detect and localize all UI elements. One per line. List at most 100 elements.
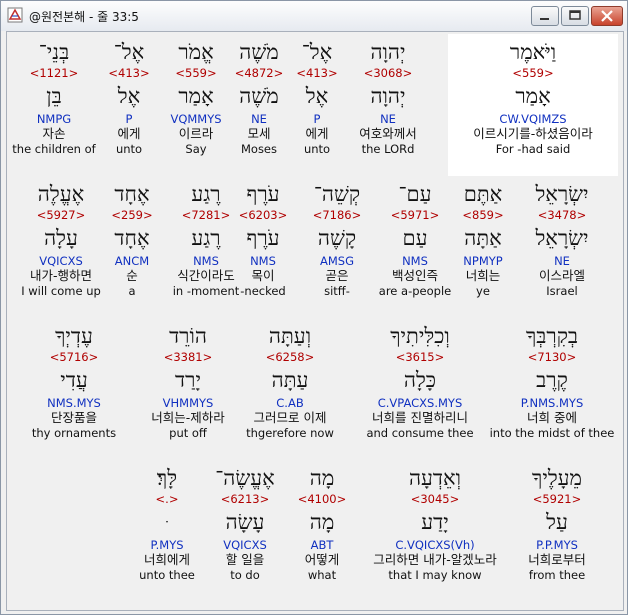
word-cell[interactable]: יְהוָה <3068> יְהוָה NE 여호와께서 the LORd: [350, 34, 426, 176]
app-icon: [7, 7, 23, 23]
korean-gloss: 자손: [42, 126, 66, 141]
close-button[interactable]: [591, 6, 623, 26]
word-cell[interactable]: קְשֵׁה־ <7186> קָשֶׁה AMSG 곧은 sitff-: [297, 176, 377, 318]
strong-number: <5716>: [49, 350, 99, 364]
hebrew-word: עַם־: [398, 182, 432, 206]
word-cell[interactable]: וְעַתָּה <6258> עַתָּה C.AB 그러므로 이제 thgerefor…: [234, 318, 346, 460]
korean-gloss: 곧은: [325, 268, 349, 283]
strong-number: <7281>: [181, 208, 231, 222]
korean-gloss: 그리하면 내가-알겠노라: [373, 552, 497, 567]
word-cell[interactable]: וַיֹּאמֶר <559> אָמַר CW.VQIMZS 이르시기를-하셨음이라 F…: [448, 34, 618, 176]
word-cell[interactable]: רֶגַע <7281> רֶגַע NMS 식간이라도 in -moment: [165, 176, 247, 318]
lemma-word: אַתָּה: [464, 226, 502, 250]
parsing-code: P: [313, 112, 321, 126]
english-gloss: unto thee: [139, 568, 195, 582]
english-gloss: that I may know: [388, 568, 482, 582]
word-cell[interactable]: אֶל־ <413> אֶל P 에게 unto: [287, 34, 347, 176]
lemma-word: קָשֶׁה: [317, 226, 357, 250]
strong-number: <1121>: [29, 66, 79, 80]
parsing-code: C.AB: [276, 396, 304, 410]
word-cell[interactable]: אֶל־ <413> אֶל P 에게 unto: [99, 34, 159, 176]
word-cell[interactable]: לָּךְ׃ <.>ּP.MYS너희에게unto thee: [124, 460, 210, 602]
lemma-word: יָדַע: [421, 510, 449, 534]
parsing-code: NPMYP: [463, 254, 503, 268]
word-cell[interactable]: וְאֵדְעָה <3045> יָדַע C.VQICXS(Vh) 그리하면 내가-…: [365, 460, 505, 602]
parsing-code: AMSG: [319, 254, 354, 268]
parsing-code: NMS.MYS: [47, 396, 101, 410]
lemma-word: כָּלָה: [403, 368, 437, 392]
hebrew-word: לָּךְ׃: [156, 466, 178, 490]
word-cell[interactable]: מֵעָלֶיךָ <5921> עַל P.P.MYS 너희로부터 from thee: [502, 460, 612, 602]
hebrew-word: וְכִלִּיתִיךָ: [390, 324, 450, 348]
lemma-word: בֵּן: [46, 84, 62, 108]
english-gloss: unto: [115, 142, 143, 156]
english-gloss: from thee: [528, 568, 586, 582]
word-cell[interactable]: יִשְׂרָאֵל <3478> יִשְׂרָאֵל NE 이스라엘 Israel: [522, 176, 602, 318]
english-gloss: unto: [303, 142, 331, 156]
lemma-word: עַל: [546, 510, 568, 534]
parsing-code: ANCM: [114, 254, 150, 268]
korean-gloss: 에게: [305, 126, 329, 141]
strong-number: <559>: [175, 66, 217, 80]
korean-gloss: 식간이라도: [177, 268, 235, 283]
english-gloss: a: [128, 284, 136, 298]
word-cell[interactable]: הוֹרֵד <3381> יָרַד VHMMYS 너희는-제하라 put off: [130, 318, 246, 460]
parsing-code: VQICXS: [39, 254, 83, 268]
lemma-word: עַם: [402, 226, 428, 250]
hebrew-word: אֶל־: [301, 40, 333, 64]
word-cell[interactable]: בְקִרְבְּךָ <7130> קֶרֶב P.NMS.MYS 너희 중에 into…: [487, 318, 617, 460]
lemma-word: יְהוָה: [370, 84, 406, 108]
word-cell[interactable]: אֶחָד <259> אֶחָד ANCM 순 a: [101, 176, 163, 318]
lemma-word: אָמַר: [178, 84, 214, 108]
parsing-code: NMS: [193, 254, 219, 268]
parsing-code: P.MYS: [150, 538, 184, 552]
word-cell[interactable]: עַם־ <5971> עַם NMS 백성인즉 are a-people: [375, 176, 455, 318]
parsing-code: VHMMYS: [162, 396, 214, 410]
lemma-word: ּ: [124, 508, 210, 538]
maximize-button[interactable]: [561, 6, 589, 26]
lemma-word: עַתָּה: [271, 368, 309, 392]
korean-gloss: 내가-행하면: [29, 268, 92, 283]
parsing-code: NE: [554, 254, 570, 268]
strong-number: <3615>: [395, 350, 445, 364]
korean-gloss: 이스라엘: [538, 268, 585, 283]
word-cell[interactable]: וְכִלִּיתִיךָ <3615> כָּלָה C.VPACXS.MYS 너희를…: [350, 318, 490, 460]
hebrew-word: מֵעָלֶיךָ: [532, 466, 582, 490]
parsing-code: NMPG: [36, 112, 72, 126]
word-cell[interactable]: אֶעֱלֶה <5927> עָלָה VQICXS 내가-행하면 I will com…: [16, 176, 106, 318]
word-cell[interactable]: אֱמֹר <559> אָמַר VQMMYS 이르라 Say: [163, 34, 229, 176]
word-cell[interactable]: מֹשֶׁה <4872> מֹשֶׁה NE 모세 Moses: [227, 34, 291, 176]
korean-gloss: 이르라: [178, 126, 214, 141]
app-window: @원전본해 - 줄 33:5 וַיֹּאמֶר <559> אָמַר CW.VQI…: [0, 0, 628, 615]
word-cell[interactable]: בְּנֵי־ <1121> בֵּן NMPG 자손 the children of: [10, 34, 98, 176]
title-bar: @원전본해 - 줄 33:5: [1, 1, 627, 31]
parsing-code: P.P.MYS: [536, 538, 578, 552]
english-gloss: are a-people: [378, 284, 452, 298]
korean-gloss: 할 일을: [225, 552, 265, 567]
strong-number: <3478>: [537, 208, 587, 222]
lemma-word: רֶגַע: [191, 226, 221, 250]
korean-gloss: 어떻게: [304, 552, 340, 567]
parsing-code: VQICXS: [223, 538, 267, 552]
parsing-code: P.NMS.MYS: [520, 396, 584, 410]
word-cell[interactable]: אֶעֱשֶׂה־ <6213> עָשָׂה VQICXS 할 일을 to do: [202, 460, 288, 602]
parsing-code: NE: [380, 112, 396, 126]
hebrew-word: קְשֵׁה־: [313, 182, 361, 206]
korean-gloss: 너희는: [465, 268, 501, 283]
strong-number: <4872>: [234, 66, 284, 80]
korean-gloss: 너희를 진멸하리니: [372, 410, 468, 425]
strong-number: <5927>: [36, 208, 86, 222]
hebrew-word: וַיֹּאמֶר: [509, 40, 557, 64]
maximize-icon: [569, 10, 581, 20]
word-cell[interactable]: אַתֶּם <859> אַתָּה NPMYP 너희는 ye: [448, 176, 518, 318]
english-gloss: thgerefore now: [246, 426, 334, 440]
english-gloss: I will come up: [21, 284, 101, 298]
korean-gloss: 너희에게: [143, 552, 190, 567]
minimize-button[interactable]: [531, 6, 559, 26]
strong-number: <4100>: [297, 492, 347, 506]
word-cell[interactable]: מָה <4100> מָה ABT 어떻게 what: [287, 460, 357, 602]
word-cell[interactable]: עֶדְיְךָ <5716> עֲדִי NMS.MYS 단장품을 thy orname…: [19, 318, 129, 460]
english-gloss: ye: [476, 284, 490, 298]
english-gloss: the LORd: [361, 142, 415, 156]
parsing-code: ABT: [310, 538, 334, 552]
